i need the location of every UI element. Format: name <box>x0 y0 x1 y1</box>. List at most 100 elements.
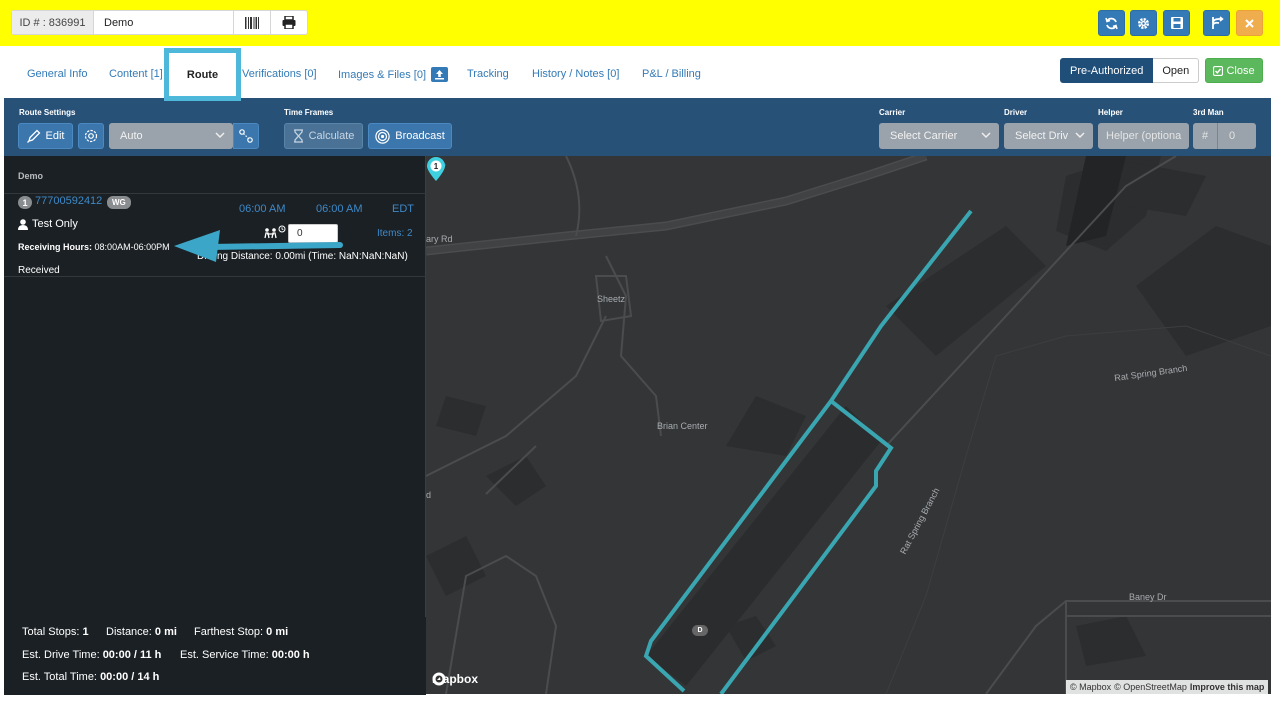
order-name-field[interactable]: Demo <box>94 11 233 34</box>
time-end: 06:00 AM <box>316 203 363 215</box>
chevron-down-icon <box>981 132 991 139</box>
route-title: Demo <box>18 171 44 181</box>
est-service-time-value: 00:00 h <box>271 649 310 661</box>
contact-name: Test Only <box>18 218 78 230</box>
farthest-stop-value: 0 mi <box>266 626 289 638</box>
driver-select[interactable]: Select Driv <box>1004 123 1093 149</box>
print-icon <box>282 16 296 29</box>
carrier-value: Select Carrier <box>890 130 958 142</box>
gear-icon <box>1138 17 1149 29</box>
receiving-hours-value: 08:00AM-06:00PM <box>94 242 170 252</box>
tab-images-files[interactable]: Images & Files [0] <box>338 67 449 82</box>
driver-value: Select Driv <box>1015 130 1069 142</box>
calculate-button[interactable]: Calculate <box>284 123 363 149</box>
stop-pin-number: 1 <box>434 162 439 171</box>
top-bar: ID # : 836991 Demo <box>0 0 1280 46</box>
service-badge: WG <box>107 196 131 209</box>
est-service-time-label: Est. Service Time: <box>180 649 269 661</box>
order-id-group: ID # : 836991 Demo <box>11 10 308 35</box>
time-start: 06:00 AM <box>239 203 286 215</box>
route-optimize-button[interactable] <box>233 123 259 149</box>
est-drive-time: Est. Drive Time: 00:00 / 11 h <box>22 649 161 661</box>
est-total-time-label: Est. Total Time: <box>22 671 97 683</box>
map-label-road: ary Rd <box>426 234 453 244</box>
third-man-label: 3rd Man <box>1193 108 1224 117</box>
open-button[interactable]: Open <box>1153 58 1200 83</box>
barcode-button[interactable] <box>233 11 270 34</box>
helper-input[interactable]: Helper (optiona <box>1098 123 1189 149</box>
edit-route-button[interactable]: Edit <box>18 123 73 149</box>
print-button[interactable] <box>270 11 307 34</box>
third-man-hash: # <box>1193 123 1218 149</box>
attribution-osm-link[interactable]: © OpenStreetMap <box>1114 682 1187 692</box>
barcode-icon <box>245 16 259 29</box>
est-drive-time-value: 00:00 / 11 h <box>102 649 162 661</box>
distance: Distance: 0 mi <box>106 626 177 638</box>
stop-pin-icon[interactable]: 1 <box>426 156 446 182</box>
close-order-button[interactable] <box>1236 10 1263 36</box>
pre-authorized-button[interactable]: Pre-Authorized <box>1060 58 1154 83</box>
broadcast-label: Broadcast <box>395 130 445 142</box>
route-options-button[interactable] <box>78 123 104 149</box>
items-count: Items: 2 <box>377 228 413 239</box>
mapbox-logo[interactable]: mapbox <box>432 672 478 686</box>
tab-billing[interactable]: P&L / Billing <box>642 68 701 80</box>
route-split-icon <box>1211 16 1224 29</box>
carrier-label: Carrier <box>879 108 906 117</box>
divider <box>4 193 426 194</box>
improve-map-link[interactable]: Improve this map <box>1190 682 1265 692</box>
distance-label: Distance: <box>106 626 152 638</box>
settings-button[interactable] <box>1130 10 1157 36</box>
total-stops-label: Total Stops: <box>22 626 80 638</box>
save-button[interactable] <box>1163 10 1190 36</box>
status-toggle: Pre-Authorized Open <box>1060 58 1200 83</box>
farthest-stop: Farthest Stop: 0 mi <box>194 626 288 638</box>
map-label-baney-dr: Baney Dr <box>1129 592 1167 602</box>
chevron-down-icon <box>1075 132 1085 139</box>
tab-tracking[interactable]: Tracking <box>467 68 509 80</box>
save-icon <box>1170 17 1183 29</box>
upload-icon <box>431 67 449 82</box>
stop-number-badge: 1 <box>18 196 32 209</box>
receiving-hours-label: Receiving Hours: <box>18 242 93 252</box>
order-id-label: ID # : 836991 <box>12 11 94 34</box>
map-label-sheetz: Sheetz <box>597 294 626 304</box>
map-label-brian-center: Brian Center <box>657 421 708 431</box>
mapbox-icon <box>432 672 446 686</box>
calculate-label: Calculate <box>308 130 355 142</box>
tab-history-notes[interactable]: History / Notes [0] <box>532 68 619 80</box>
stop-pin-label: D <box>692 625 708 636</box>
divider <box>4 276 426 277</box>
tab-images-label: Images & Files [0] <box>338 68 427 81</box>
total-stops-value: 1 <box>82 626 89 638</box>
broadcast-button[interactable]: Broadcast <box>368 123 452 149</box>
route-settings-bar: Route Settings Edit Auto Time Frames Cal… <box>4 98 1271 156</box>
helper-label: Helper <box>1098 108 1123 117</box>
annotation-arrow <box>174 230 343 262</box>
route-mode-value: Auto <box>120 130 143 142</box>
tab-general-info[interactable]: General Info <box>27 68 88 80</box>
route-mode-select[interactable]: Auto <box>109 123 233 149</box>
tab-route[interactable]: Route <box>164 48 241 101</box>
est-total-time-value: 00:00 / 14 h <box>100 671 160 683</box>
attribution-mapbox-link[interactable]: © Mapbox <box>1070 682 1111 692</box>
edit-label: Edit <box>45 130 65 142</box>
chevron-down-icon <box>215 132 225 139</box>
timezone: EDT <box>392 203 414 215</box>
stop-id-link[interactable]: 77700592412 <box>35 195 102 207</box>
est-service-time: Est. Service Time: 00:00 h <box>180 649 310 661</box>
close-button[interactable]: Close <box>1205 58 1263 83</box>
route-map[interactable]: ary Rd Sheetz Brian Center Rat Spring Br… <box>426 156 1271 694</box>
third-man-input[interactable]: 0 <box>1218 123 1256 149</box>
tab-content[interactable]: Content [1] <box>109 68 163 80</box>
refresh-button[interactable] <box>1098 10 1125 36</box>
route-split-button[interactable] <box>1203 10 1230 36</box>
distance-value: 0 mi <box>154 626 177 638</box>
route-icon <box>239 129 253 143</box>
tab-verifications[interactable]: Verifications [0] <box>242 68 317 80</box>
right-gutter <box>1273 46 1280 696</box>
stop-status: Received <box>18 265 60 276</box>
broadcast-icon <box>375 128 390 144</box>
carrier-select[interactable]: Select Carrier <box>879 123 999 149</box>
map-attribution: © Mapbox © OpenStreetMap Improve this ma… <box>1066 680 1269 694</box>
